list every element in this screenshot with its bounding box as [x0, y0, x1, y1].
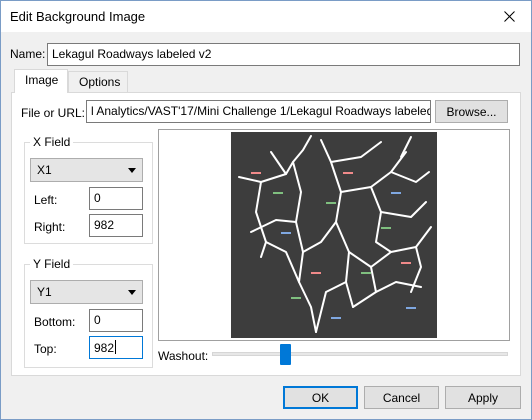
name-input[interactable]: Lekagul Roadways labeled v2: [47, 43, 520, 66]
right-input[interactable]: 982: [89, 214, 143, 237]
left-label: Left:: [34, 193, 58, 207]
x-field-select-value: X1: [37, 163, 52, 177]
ok-button[interactable]: OK: [283, 386, 358, 409]
washout-slider-thumb[interactable]: [280, 344, 291, 365]
chevron-down-icon: [128, 289, 136, 295]
y-field-title: Y Field: [30, 257, 74, 271]
top-input[interactable]: 982: [89, 336, 143, 359]
title-bar: Edit Background Image: [1, 1, 531, 32]
washout-slider-track[interactable]: [212, 352, 508, 356]
edit-background-image-dialog: Edit Background Image Name: Lekagul Road…: [0, 0, 532, 420]
right-label: Right:: [34, 220, 66, 234]
bottom-label: Bottom:: [34, 315, 76, 329]
x-field-title: X Field: [30, 135, 74, 149]
x-field-select[interactable]: X1: [30, 158, 143, 182]
window-title: Edit Background Image: [10, 9, 146, 24]
name-label: Name:: [10, 47, 46, 61]
text-caret: [115, 340, 117, 354]
close-button[interactable]: [487, 1, 531, 31]
bottom-input[interactable]: 0: [89, 309, 143, 332]
y-field-select[interactable]: Y1: [30, 280, 143, 304]
image-preview: [158, 129, 510, 341]
chevron-down-icon: [128, 167, 136, 173]
file-url-label: File or URL:: [21, 106, 86, 120]
y-field-select-value: Y1: [37, 285, 52, 299]
left-input[interactable]: 0: [89, 187, 143, 210]
tab-options[interactable]: Options: [68, 71, 128, 93]
browse-button[interactable]: Browse...: [435, 100, 508, 123]
apply-button[interactable]: Apply: [445, 386, 521, 409]
close-icon: [503, 10, 515, 22]
top-input-value: 982: [94, 341, 115, 355]
file-url-input[interactable]: l Analytics/VAST'17/Mini Challenge 1/Lek…: [86, 100, 431, 123]
tab-image[interactable]: Image: [14, 69, 68, 93]
cancel-button[interactable]: Cancel: [364, 386, 439, 409]
washout-label: Washout:: [158, 349, 209, 363]
road-map-image: [231, 132, 437, 338]
top-label: Top:: [34, 342, 57, 356]
